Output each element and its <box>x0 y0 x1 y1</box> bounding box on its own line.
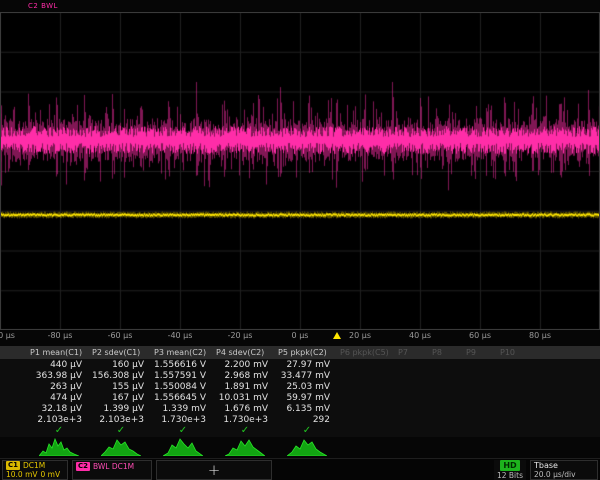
tbase-label: Tbase <box>534 461 558 470</box>
bottom-bar: C1 DC1M 10.0 mV 0 mV C2 BWL DC1M + HD 12… <box>0 458 600 480</box>
measure-cell: 1.339 mV <box>152 404 214 414</box>
measure-cell: 363.98 µV <box>28 371 90 381</box>
measure-cell: 27.97 mV <box>276 360 338 370</box>
measure-cell: 474 µV <box>28 393 90 403</box>
measure-cell: 1.557591 V <box>152 371 214 381</box>
measure-cell: 156.308 µV <box>90 371 152 381</box>
measure-header-p8[interactable]: P8 <box>430 348 464 357</box>
tbase-scale: 20.0 µs/div <box>534 470 576 479</box>
measure-cell: 33.477 mV <box>276 371 338 381</box>
measure-header-p3[interactable]: P3 mean(C2) <box>152 348 214 357</box>
measure-cell: 155 µV <box>90 382 152 392</box>
measure-cell: 1.556645 V <box>152 393 214 403</box>
time-axis: -100 µs -80 µs -60 µs -40 µs -20 µs 0 µs… <box>0 331 600 344</box>
oscilloscope-screen: C2 BWL -100 µs -80 µs -60 µs -40 µs -20 … <box>0 0 600 480</box>
measure-cell: 1.891 mV <box>214 382 276 392</box>
time-label: -40 µs <box>168 331 193 340</box>
measure-cell: 1.730e+3 <box>214 415 276 425</box>
hd-bits: 12 Bits <box>497 471 523 480</box>
measure-row-sdev: 32.18 µV 1.399 µV 1.339 mV 1.676 mV 6.13… <box>0 403 600 414</box>
time-label: 0 µs <box>292 331 309 340</box>
measure-cell: 32.18 µV <box>28 404 90 414</box>
histicon-p4[interactable] <box>225 436 265 456</box>
measure-row-max: 474 µV 167 µV 1.556645 V 10.031 mV 59.97… <box>0 392 600 403</box>
measure-cell: 2.200 mV <box>214 360 276 370</box>
c1-scale: 10.0 mV <box>6 470 38 479</box>
measure-cell: 1.730e+3 <box>152 415 214 425</box>
trigger-position-marker[interactable] <box>333 332 341 339</box>
waveform-grid <box>0 12 600 330</box>
measure-header-p10[interactable]: P10 <box>498 348 600 357</box>
measure-header-p9[interactable]: P9 <box>464 348 498 357</box>
measure-row-mean: 363.98 µV 156.308 µV 1.557591 V 2.968 mV… <box>0 370 600 381</box>
measurement-table: P1 mean(C1) P2 sdev(C1) P3 mean(C2) P4 s… <box>0 346 600 437</box>
measure-cell: 1.399 µV <box>90 404 152 414</box>
measure-cell: 1.550084 V <box>152 382 214 392</box>
c1-coupling: DC1M <box>23 461 45 470</box>
channel-c2-descriptor[interactable]: C2 BWL DC1M <box>72 460 152 480</box>
measure-row-num: 2.103e+3 2.103e+3 1.730e+3 1.730e+3 292 <box>0 414 600 425</box>
measure-header-p4[interactable]: P4 sdev(C2) <box>214 348 276 357</box>
measure-cell: 6.135 mV <box>276 404 338 414</box>
measure-cell: 440 µV <box>28 360 90 370</box>
measure-cell: 2.103e+3 <box>28 415 90 425</box>
time-label: 40 µs <box>409 331 431 340</box>
measure-header-p5[interactable]: P5 pkpk(C2) <box>276 348 338 357</box>
hd-indicator: HD 12 Bits <box>494 460 526 480</box>
measure-cell: 10.031 mV <box>214 393 276 403</box>
time-label: 80 µs <box>529 331 551 340</box>
time-label: -20 µs <box>228 331 253 340</box>
histicon-p3[interactable] <box>163 436 203 456</box>
time-label: 60 µs <box>469 331 491 340</box>
bottom-bar-spacer <box>274 459 492 480</box>
measure-cell: 160 µV <box>90 360 152 370</box>
time-label: -60 µs <box>108 331 133 340</box>
trace-annotation: C2 BWL <box>28 2 58 10</box>
measure-cell: 292 <box>276 415 338 425</box>
time-label: -100 µs <box>0 331 15 340</box>
measure-header-p6[interactable]: P6 pkpk(C5) <box>338 348 396 357</box>
c1-badge: C1 <box>6 461 20 470</box>
measure-header-p2[interactable]: P2 sdev(C1) <box>90 348 152 357</box>
time-label: -80 µs <box>48 331 73 340</box>
measure-cell: 1.556616 V <box>152 360 214 370</box>
measure-cell: 59.97 mV <box>276 393 338 403</box>
plus-icon: + <box>208 463 221 477</box>
c2-coupling: BWL DC1M <box>93 462 134 471</box>
histicon-p5[interactable] <box>287 436 327 456</box>
time-label: 20 µs <box>349 331 371 340</box>
measure-header-p7[interactable]: P7 <box>396 348 430 357</box>
measure-cell: 25.03 mV <box>276 382 338 392</box>
histicon-p1[interactable] <box>39 436 79 456</box>
histicon-p2[interactable] <box>101 436 141 456</box>
measure-cell: 263 µV <box>28 382 90 392</box>
measure-cell: 2.968 mV <box>214 371 276 381</box>
c2-badge: C2 <box>76 462 90 471</box>
measure-row-value: 440 µV 160 µV 1.556616 V 2.200 mV 27.97 … <box>0 359 600 370</box>
channel-c1-descriptor[interactable]: C1 DC1M 10.0 mV 0 mV <box>2 460 68 480</box>
measure-row-min: 263 µV 155 µV 1.550084 V 1.891 mV 25.03 … <box>0 381 600 392</box>
hd-badge: HD <box>500 460 519 471</box>
measure-cell: 2.103e+3 <box>90 415 152 425</box>
measure-cell: 1.676 mV <box>214 404 276 414</box>
measure-header-row: P1 mean(C1) P2 sdev(C1) P3 mean(C2) P4 s… <box>0 346 600 359</box>
measure-cell: 167 µV <box>90 393 152 403</box>
timebase-descriptor[interactable]: Tbase 20.0 µs/div <box>530 460 598 480</box>
add-trace-box[interactable]: + <box>156 460 272 480</box>
measure-header-p1[interactable]: P1 mean(C1) <box>28 348 90 357</box>
c1-offset: 0 mV <box>41 470 61 479</box>
